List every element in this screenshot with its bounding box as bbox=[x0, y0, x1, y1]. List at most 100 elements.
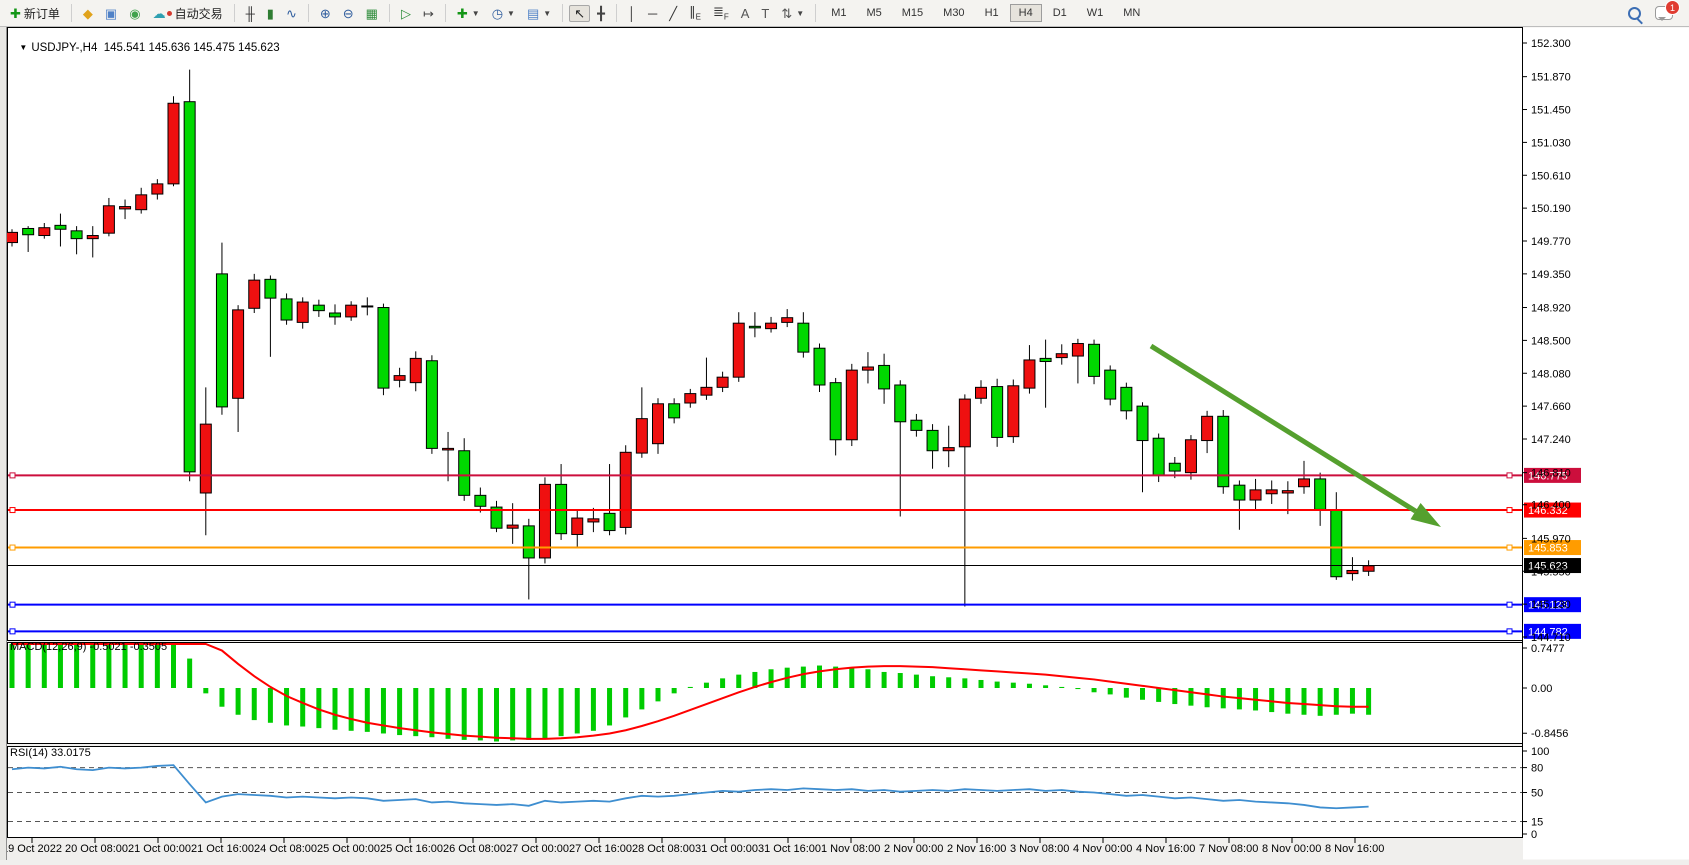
vertical-line-icon[interactable]: │ bbox=[623, 5, 641, 22]
new-order-glyph: ✚ bbox=[10, 7, 21, 20]
candle bbox=[1024, 360, 1035, 388]
arrows-button[interactable]: ⇅▼ bbox=[776, 5, 809, 22]
templates-button[interactable]: ▤▼ bbox=[522, 5, 556, 22]
tile-windows-icon[interactable]: ▦ bbox=[361, 5, 383, 22]
timeframe-h1-button[interactable]: H1 bbox=[976, 4, 1008, 22]
horizontal-line-icon[interactable]: ─ bbox=[643, 5, 662, 22]
zoom-in-icon[interactable]: ⊕ bbox=[315, 5, 336, 22]
macd-bar bbox=[1156, 688, 1161, 702]
community-chat-icon[interactable]: 1 bbox=[1655, 6, 1673, 20]
timeframe-h4-button[interactable]: H4 bbox=[1010, 4, 1042, 22]
timeframe-mn-button[interactable]: MN bbox=[1114, 4, 1149, 22]
appstore-icon[interactable]: ◆ bbox=[78, 5, 98, 22]
candle bbox=[1185, 440, 1196, 473]
candle bbox=[7, 232, 18, 242]
candle bbox=[604, 513, 615, 530]
macd-bar bbox=[1075, 688, 1080, 689]
candle bbox=[620, 452, 631, 527]
macd-bar bbox=[333, 688, 338, 730]
svg-text:50: 50 bbox=[1531, 788, 1543, 800]
price-tick: 147.240 bbox=[1531, 434, 1571, 446]
new-order-button[interactable]: ✚新订单 bbox=[5, 3, 65, 24]
svg-text:0.00: 0.00 bbox=[1531, 683, 1552, 695]
indicators-button[interactable]: ✚▼ bbox=[452, 5, 485, 22]
time-tick: 7 Nov 08:00 bbox=[1199, 843, 1258, 855]
tile-windows-icon-glyph: ▦ bbox=[366, 7, 378, 20]
macd-bar bbox=[962, 678, 967, 688]
time-tick: 1 Nov 08:00 bbox=[821, 843, 880, 855]
macd-bar bbox=[268, 688, 273, 723]
line-chart-icon[interactable]: ∿ bbox=[281, 5, 302, 22]
bar-chart-icon[interactable]: ╫ bbox=[241, 5, 260, 22]
autotrading-button-label: 自动交易 bbox=[175, 5, 223, 22]
text-label-icon[interactable]: T bbox=[756, 5, 774, 22]
chart-collapse-caret[interactable]: ▼ bbox=[19, 43, 27, 52]
line-chart-icon-glyph: ∿ bbox=[286, 7, 297, 20]
timeframe-w1-button[interactable]: W1 bbox=[1078, 4, 1113, 22]
price-tick: 149.350 bbox=[1531, 269, 1571, 281]
macd-bar bbox=[930, 676, 935, 688]
toolbar-separator bbox=[389, 4, 390, 22]
macd-bar bbox=[203, 688, 208, 693]
autotrading-button[interactable]: ☁自动交易 bbox=[148, 3, 228, 24]
signals-icon[interactable]: ◉ bbox=[124, 5, 145, 22]
svg-text:80: 80 bbox=[1531, 763, 1543, 775]
candle bbox=[911, 420, 922, 430]
timeframe-m1-button[interactable]: M1 bbox=[822, 4, 855, 22]
trendline-icon[interactable]: ╱ bbox=[664, 5, 682, 22]
timeframe-m5-button[interactable]: M5 bbox=[857, 4, 890, 22]
macd-bar bbox=[575, 688, 580, 733]
chart-symbol-period: USDJPY-,H4 bbox=[31, 42, 97, 54]
candle bbox=[798, 323, 809, 352]
candle bbox=[976, 387, 987, 398]
fibonacci-icon[interactable]: ≣F bbox=[708, 3, 734, 24]
candle bbox=[830, 383, 841, 440]
timeframe-d1-button[interactable]: D1 bbox=[1044, 4, 1076, 22]
time-tick: 20 Oct 08:00 bbox=[65, 843, 128, 855]
main-toolbar: ✚新订单◆▣◉☁自动交易╫▮∿⊕⊖▦▷↦✚▼◷▼▤▼↖╋│─╱∥E≣FAT⇅▼ … bbox=[0, 0, 1689, 27]
periods-button[interactable]: ◷▼ bbox=[487, 5, 520, 22]
candle bbox=[426, 361, 437, 449]
candle bbox=[636, 419, 647, 453]
time-tick: 25 Oct 16:00 bbox=[380, 843, 443, 855]
auto-scroll-icon[interactable]: ▷ bbox=[396, 5, 416, 22]
search-icon[interactable] bbox=[1628, 7, 1641, 20]
zoom-out-icon[interactable]: ⊖ bbox=[338, 5, 359, 22]
auto-scroll-icon-glyph: ▷ bbox=[401, 7, 411, 20]
candle bbox=[1363, 566, 1374, 571]
macd-bar bbox=[300, 688, 305, 727]
price-tick: 145.550 bbox=[1531, 566, 1571, 578]
timeframe-m15-button[interactable]: M15 bbox=[893, 4, 932, 22]
crosshair-icon[interactable]: ╋ bbox=[592, 5, 610, 22]
candle bbox=[1202, 416, 1213, 440]
chart-shift-icon[interactable]: ↦ bbox=[418, 5, 439, 22]
cursor-icon[interactable]: ↖ bbox=[569, 5, 590, 22]
candle bbox=[1072, 344, 1083, 357]
candle bbox=[200, 424, 211, 493]
price-tick: 146.400 bbox=[1531, 500, 1571, 512]
candle bbox=[55, 225, 66, 229]
timeframe-m30-button[interactable]: M30 bbox=[934, 4, 973, 22]
macd-bar bbox=[720, 678, 725, 688]
price-chart[interactable]: 146.775146.332145.853145.623145.123144.7… bbox=[0, 27, 1689, 860]
chart-window: 146.775146.332145.853145.623145.123144.7… bbox=[0, 27, 1689, 860]
candle bbox=[1105, 370, 1116, 399]
candle bbox=[1089, 344, 1100, 376]
macd-bar bbox=[656, 688, 661, 701]
price-tick: 147.660 bbox=[1531, 401, 1571, 413]
time-tick: 8 Nov 16:00 bbox=[1325, 843, 1384, 855]
macd-bar bbox=[849, 668, 854, 688]
candle bbox=[184, 102, 195, 472]
candle bbox=[1331, 510, 1342, 577]
candle bbox=[588, 519, 599, 522]
vps-icon[interactable]: ▣ bbox=[100, 5, 122, 22]
macd-bar bbox=[639, 688, 644, 709]
text-icon[interactable]: A bbox=[736, 5, 755, 22]
equidistant-channel-icon-glyph: ∥E bbox=[689, 5, 701, 22]
price-tick: 150.190 bbox=[1531, 203, 1571, 215]
macd-bar bbox=[1285, 688, 1290, 714]
candle bbox=[265, 279, 276, 298]
chart-title: ▼USDJPY-,H4 145.541 145.636 145.475 145.… bbox=[13, 30, 280, 54]
candlestick-chart-icon[interactable]: ▮ bbox=[262, 5, 279, 22]
equidistant-channel-icon[interactable]: ∥E bbox=[684, 3, 706, 24]
